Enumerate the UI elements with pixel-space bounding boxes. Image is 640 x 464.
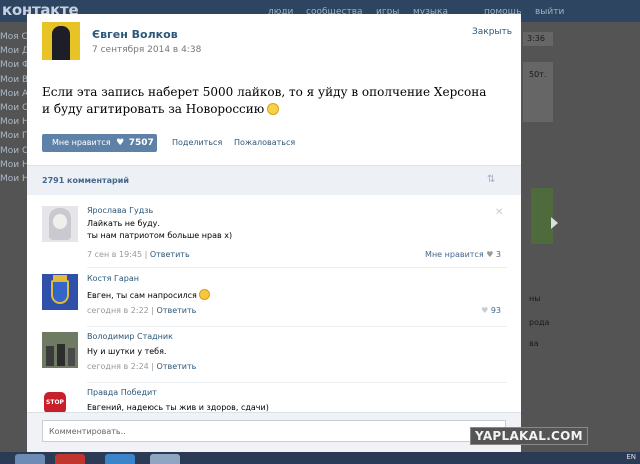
comment-likes[interactable]: Мне нравится ♥ 3 [425, 250, 501, 259]
right-snippet: ны [529, 294, 541, 303]
watermark: YAPLAKAL.COM [470, 427, 588, 445]
sort-icon[interactable]: ⇅ [487, 174, 495, 185]
left-menu-item[interactable]: Моя Страница [0, 30, 28, 44]
comment-line: Лайкать не буду. [87, 219, 160, 228]
left-menu-item[interactable]: Мои Настройки [0, 172, 28, 186]
commenter-avatar[interactable] [42, 274, 78, 310]
like-button[interactable]: Мне нравится ♥ 7507 [42, 134, 157, 152]
comment-like-count: 93 [490, 306, 501, 315]
comment-like-count: 3 [495, 250, 501, 259]
left-menu-item[interactable]: Мои Новости [0, 158, 28, 172]
divider [87, 382, 507, 383]
comment-time[interactable]: 7 сен в 19:45 [87, 250, 142, 259]
divider [87, 267, 507, 268]
post-modal: Євген Волков 7 сентября 2014 в 4:38 Закр… [27, 14, 521, 464]
comments-count[interactable]: 2791 комментарий [42, 176, 129, 185]
right-snippet: 50т. [529, 70, 547, 79]
comment-likes[interactable]: ♥ 93 [481, 306, 501, 315]
comment-text: Евгений, надеюсь ты жив и здоров, сдачи) [87, 402, 269, 412]
divider [87, 326, 507, 327]
post-date[interactable]: 7 сентября 2014 в 4:38 [92, 45, 201, 55]
comment-meta: сегодня в 2:24 | Ответить [87, 362, 197, 371]
start-button[interactable] [15, 454, 45, 464]
left-menu-item[interactable]: Мои Фотографии [0, 58, 28, 72]
comment-line: Евгений, надеюсь ты жив и здоров, сдачи) [87, 403, 269, 412]
left-menu-item[interactable]: Мои Сообщения [0, 101, 28, 115]
commenter-avatar[interactable]: STOP [42, 388, 78, 412]
taskbar-app-icon[interactable] [150, 454, 180, 464]
left-menu-item[interactable]: Мои Ответы [0, 144, 28, 158]
share-button[interactable]: Поделиться [172, 138, 222, 147]
like-count: 7507 [128, 138, 154, 148]
commenter-name[interactable]: Ярослава Гудзь [87, 206, 153, 215]
right-snippet: ва [529, 339, 539, 348]
taskbar: EN [0, 452, 640, 464]
comment-time[interactable]: сегодня в 2:24 [87, 362, 149, 371]
comment-line: ты нам патриотом больше нрав х) [87, 231, 233, 240]
commenter-name[interactable]: Костя Гаран [87, 274, 139, 283]
reply-link[interactable]: Ответить [157, 306, 197, 315]
comment-input[interactable] [42, 420, 506, 442]
comment-line: Ну и шутки у тебя. [87, 347, 167, 356]
right-snippet: 3:36 [527, 34, 545, 43]
heart-icon: ♥ [116, 138, 125, 148]
taskbar-app-icon[interactable] [55, 454, 85, 464]
commenter-name[interactable]: Правда Победит [87, 388, 157, 397]
reply-link[interactable]: Ответить [157, 362, 197, 371]
comment-meta: 7 сен в 19:45 | Ответить [87, 250, 190, 259]
comment-item: Володимир Стадник Ну и шутки у тебя. сег… [27, 332, 521, 378]
comment-text: Ну и шутки у тебя. [87, 346, 166, 358]
left-menu-item[interactable]: Мои Группы [0, 129, 28, 143]
taskbar-app-icon[interactable] [105, 454, 135, 464]
author-avatar[interactable] [42, 22, 80, 60]
post-text: Если эта запись наберет 5000 лайков, то … [42, 84, 492, 118]
left-menu: Моя Страница Мои Друзья Мои Фотографии М… [0, 30, 28, 186]
wink-emoji-icon [198, 289, 210, 300]
nav-logout[interactable]: выйти [535, 7, 564, 17]
comment-text: Лайкать не буду. ты нам патриотом больше… [87, 218, 232, 242]
comment-item: STOP Правда Победит Евгений, надеюсь ты … [27, 388, 521, 412]
comment-meta: сегодня в 2:22 | Ответить [87, 306, 197, 315]
right-snippet: рода [529, 318, 550, 327]
post-text-body: Если эта запись наберет 5000 лайков, то … [42, 85, 487, 116]
left-menu-item[interactable]: Мои Друзья [0, 44, 28, 58]
right-column: 3:36 50т. ны рода ва [523, 22, 640, 452]
commenter-avatar[interactable] [42, 206, 78, 242]
commenter-name[interactable]: Володимир Стадник [87, 332, 173, 341]
next-arrow-icon[interactable] [551, 217, 558, 229]
comment-item: Ярослава Гудзь Лайкать не буду. ты нам п… [27, 206, 521, 262]
author-name[interactable]: Євген Волков [92, 28, 178, 41]
comment-time[interactable]: сегодня в 2:22 [87, 306, 149, 315]
report-button[interactable]: Пожаловаться [234, 138, 295, 147]
left-menu-item[interactable]: Мои Видеозаписи [0, 73, 28, 87]
comments-header: 2791 комментарий ⇅ [27, 165, 521, 195]
close-button[interactable]: Закрыть [472, 27, 512, 37]
commenter-avatar[interactable] [42, 332, 78, 368]
left-menu-item[interactable]: Мои Новости [0, 115, 28, 129]
comment-line: Евген, ты сам напросился [87, 291, 197, 300]
comment-like-label: Мне нравится [425, 250, 484, 259]
heart-icon: ♥ [481, 306, 489, 315]
post-header: Євген Волков 7 сентября 2014 в 4:38 Закр… [27, 14, 521, 71]
like-label: Мне нравится [52, 138, 111, 147]
laughing-emoji-icon [267, 103, 280, 115]
heart-icon: ♥ [486, 250, 494, 259]
delete-comment-icon[interactable]: ✕ [495, 207, 503, 218]
comment-text: Евген, ты сам напросился [87, 289, 210, 302]
comment-item: Костя Гаран Евген, ты сам напросился сег… [27, 274, 521, 324]
left-menu-item[interactable]: Мои Аудиозаписи [0, 87, 28, 101]
language-indicator[interactable]: EN [626, 453, 636, 461]
reply-link[interactable]: Ответить [150, 250, 190, 259]
